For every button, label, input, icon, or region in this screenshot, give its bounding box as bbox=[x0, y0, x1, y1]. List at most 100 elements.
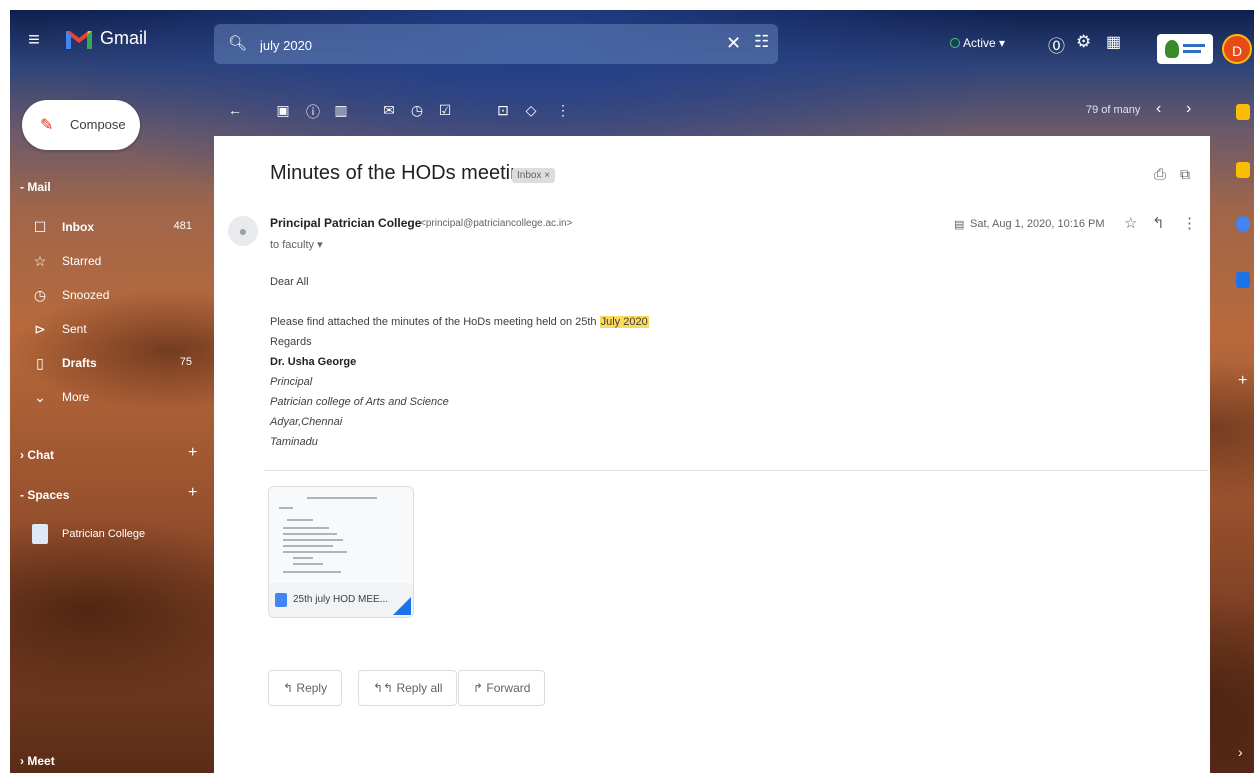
reply-button[interactable]: ↰ Reply bbox=[268, 670, 343, 706]
status-dropdown[interactable]: Active ▾ bbox=[950, 36, 1005, 50]
attachment-icon: ▤ bbox=[954, 219, 965, 231]
forward-button[interactable]: ↱ Forward bbox=[458, 670, 546, 706]
sidebar-item-starred[interactable]: ☆ Starred bbox=[10, 244, 210, 278]
account-avatar[interactable]: D bbox=[1222, 34, 1252, 64]
inbox-icon: ☐ bbox=[33, 219, 47, 235]
space-label: Patrician College bbox=[62, 528, 146, 540]
attachment-divider bbox=[264, 470, 1208, 471]
app-title: Gmail bbox=[100, 28, 148, 48]
star-icon: ☆ bbox=[33, 253, 47, 269]
chat-section-toggle[interactable]: › Chat bbox=[20, 448, 54, 462]
email-body-line: Please find attached the minutes of the … bbox=[270, 316, 649, 328]
space-avatar bbox=[32, 524, 48, 544]
spaces-section-toggle[interactable]: - Spaces bbox=[20, 488, 69, 502]
tasks-icon[interactable] bbox=[1236, 216, 1250, 232]
search-bar[interactable]: 🔍︎ ✕ ☷ bbox=[214, 24, 778, 64]
drive-corner-icon bbox=[393, 597, 411, 615]
search-options-icon[interactable]: ☷ bbox=[754, 32, 769, 52]
reply-all-button[interactable]: ↰↰ Reply all bbox=[358, 670, 458, 706]
sidebar-item-inbox[interactable]: ☐ Inbox 481 bbox=[10, 210, 210, 244]
archive-icon[interactable]: ▣ bbox=[274, 102, 292, 119]
main-menu-icon[interactable]: ≡ bbox=[22, 28, 46, 52]
label-icon[interactable]: ◇ bbox=[522, 102, 540, 119]
compose-label: Compose bbox=[70, 117, 126, 132]
chevron-down-icon: ⌄ bbox=[34, 389, 46, 405]
get-addons-icon[interactable]: + bbox=[1238, 372, 1247, 390]
draft-count: 75 bbox=[179, 356, 192, 368]
inbox-label-chip[interactable]: Inbox × bbox=[512, 168, 556, 183]
email-subject: Minutes of the HODs meeting bbox=[270, 162, 533, 184]
chevron-right-icon[interactable]: › bbox=[1186, 100, 1191, 118]
reply-icon[interactable]: ↰ bbox=[1152, 214, 1165, 232]
sidebar-item-drafts[interactable]: ▯ Drafts 75 bbox=[10, 346, 210, 380]
email-date: Sat, Aug 1, 2020, 10:16 PM bbox=[970, 218, 1105, 230]
draft-icon: ▯ bbox=[36, 355, 44, 371]
attachment-filename: 25th july HOD MEE... bbox=[293, 594, 389, 605]
sidebar-item-sent[interactable]: ⊳ Sent bbox=[10, 312, 210, 346]
send-icon: ⊳ bbox=[34, 321, 46, 337]
delete-icon[interactable]: ▥ bbox=[332, 102, 350, 119]
star-icon[interactable]: ☆ bbox=[1124, 214, 1137, 232]
message-panel: Minutes of the HODs meeting Inbox × ⎙ ⧉ … bbox=[214, 136, 1210, 773]
sidebar-item-label: Sent bbox=[62, 322, 87, 336]
apps-grid-icon[interactable]: ▦ bbox=[1106, 32, 1121, 52]
signature-org: Patrician college of Arts and Science bbox=[270, 396, 449, 408]
attachment-footer: 25th july HOD MEE... bbox=[269, 583, 413, 617]
mail-section-toggle[interactable]: - Mail bbox=[20, 180, 51, 194]
sender-name: Principal Patrician College bbox=[270, 216, 422, 230]
gmail-window: ≡ Gmail 🔍︎ ✕ ☷ Active ▾ ⓪ ⚙ ▦ D ✎ Compos… bbox=[10, 10, 1254, 773]
contacts-icon[interactable] bbox=[1236, 272, 1250, 288]
back-arrow-icon[interactable]: ← bbox=[226, 102, 244, 118]
unread-count: 481 bbox=[173, 220, 192, 232]
email-greeting: Dear All bbox=[270, 276, 309, 288]
pagination-count: 79 of many bbox=[1086, 104, 1141, 116]
add-space-icon[interactable]: + bbox=[188, 484, 197, 502]
reply-all-icon: ↰↰ bbox=[373, 681, 394, 695]
reply-icon: ↰ bbox=[283, 681, 294, 695]
compose-button[interactable]: ✎ Compose bbox=[22, 100, 140, 150]
signature-title: Principal bbox=[270, 376, 313, 388]
active-status-icon bbox=[950, 38, 960, 48]
clock-icon: ◷ bbox=[33, 287, 47, 303]
sender-avatar[interactable]: ● bbox=[228, 216, 258, 246]
expand-side-panel-icon[interactable]: › bbox=[1238, 744, 1243, 760]
signature-name: Dr. Usha George bbox=[270, 356, 357, 368]
clear-search-icon[interactable]: ✕ bbox=[726, 33, 741, 54]
chevron-left-icon[interactable]: ‹ bbox=[1156, 100, 1161, 118]
forward-icon: ↱ bbox=[473, 681, 484, 695]
sidebar-item-label: Drafts bbox=[62, 356, 97, 370]
add-chat-icon[interactable]: + bbox=[188, 444, 197, 462]
signature-place: Adyar,Chennai bbox=[270, 416, 343, 428]
email-regards: Regards bbox=[270, 336, 312, 348]
snooze-icon[interactable]: ◷ bbox=[408, 102, 426, 119]
search-icon[interactable]: 🔍︎ bbox=[228, 34, 247, 52]
calendar-icon[interactable] bbox=[1236, 104, 1250, 120]
signature-state: Taminadu bbox=[270, 436, 318, 448]
add-task-icon[interactable]: ☑ bbox=[436, 102, 454, 119]
keep-icon[interactable] bbox=[1236, 162, 1250, 178]
attachment-preview bbox=[269, 487, 413, 583]
sidebar-item-snoozed[interactable]: ◷ Snoozed bbox=[10, 278, 210, 312]
gear-icon[interactable]: ⚙ bbox=[1076, 32, 1091, 52]
recipient-details[interactable]: to faculty ▾ bbox=[270, 238, 323, 251]
attachment-card[interactable]: 25th july HOD MEE... bbox=[268, 486, 414, 618]
status-label: Active ▾ bbox=[963, 36, 1006, 50]
mark-unread-icon[interactable]: ✉ bbox=[380, 102, 398, 119]
gmail-logo-icon[interactable] bbox=[64, 26, 94, 52]
pencil-icon: ✎ bbox=[40, 117, 54, 134]
sidebar-item-more[interactable]: ⌄ More bbox=[10, 380, 210, 414]
print-icon[interactable]: ⎙ bbox=[1154, 166, 1166, 183]
sidebar-item-label: Snoozed bbox=[62, 288, 110, 302]
more-vert-icon[interactable]: ⋮ bbox=[554, 102, 572, 119]
search-input[interactable] bbox=[258, 33, 682, 57]
more-vert-icon[interactable]: ⋮ bbox=[1182, 214, 1197, 232]
report-spam-icon[interactable]: ⓘ bbox=[304, 102, 322, 122]
move-to-icon[interactable]: ⊡ bbox=[494, 102, 512, 119]
meet-section-toggle[interactable]: › Meet bbox=[20, 754, 55, 768]
search-highlight: July 2020 bbox=[599, 316, 649, 328]
help-icon[interactable]: ⓪ bbox=[1048, 32, 1065, 57]
sender-email: <principal@patriciancollege.ac.in> bbox=[420, 218, 573, 229]
organization-logo[interactable] bbox=[1157, 34, 1213, 64]
sidebar-item-label: Inbox bbox=[62, 220, 94, 234]
open-new-window-icon[interactable]: ⧉ bbox=[1180, 166, 1190, 183]
